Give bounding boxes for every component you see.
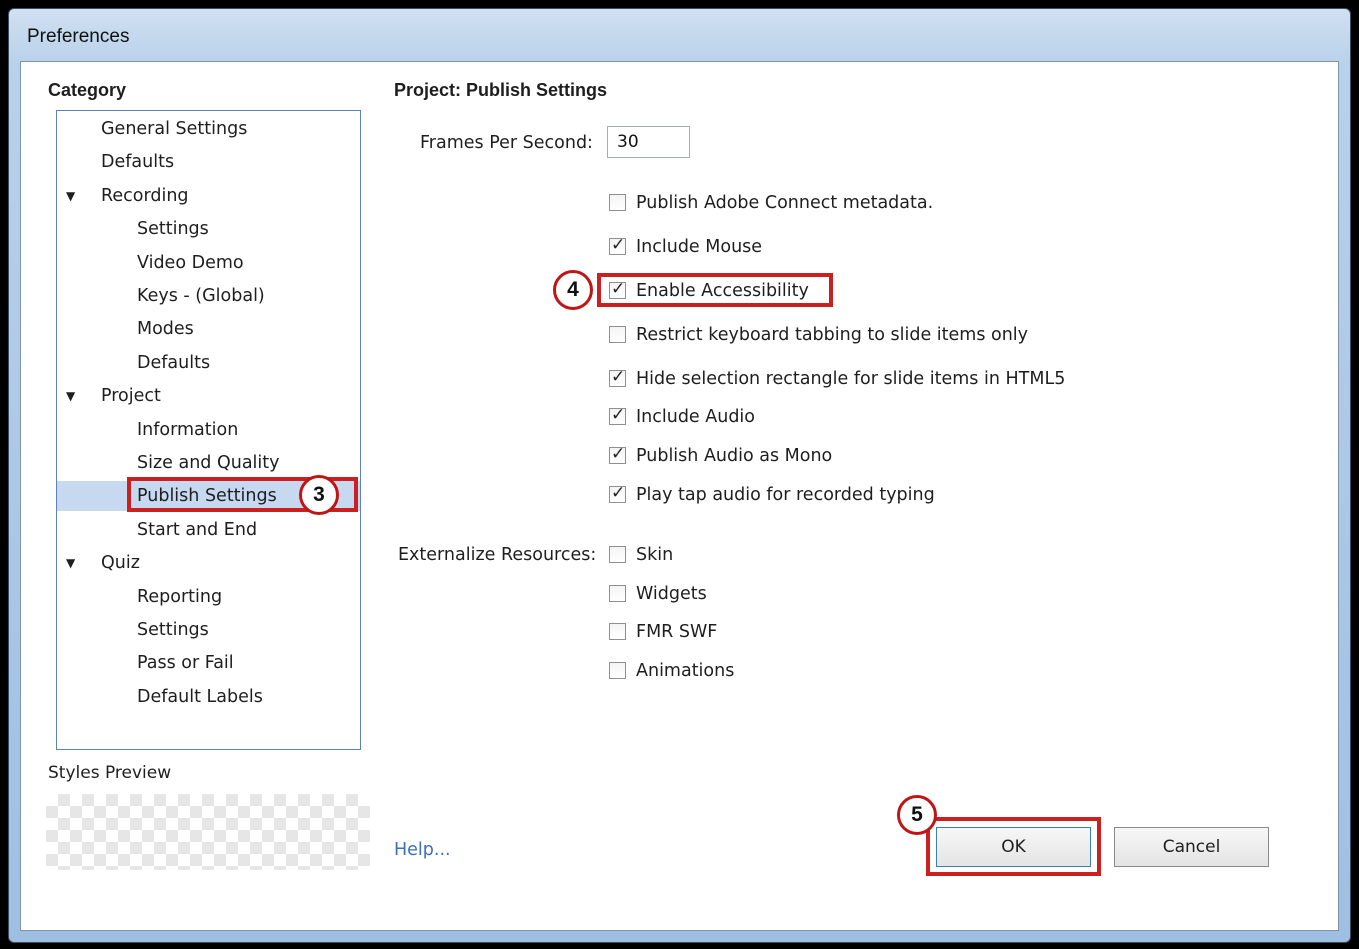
window-title: Preferences bbox=[27, 26, 130, 47]
externalize-fmr-swf-label: FMR SWF bbox=[636, 622, 718, 642]
tree-item-quiz[interactable]: ▼ Quiz bbox=[57, 548, 360, 578]
play-tap-audio-for-recorded-typing-checkbox[interactable]: ✓ bbox=[609, 483, 626, 503]
help-link[interactable]: Help... bbox=[394, 840, 451, 860]
tree-item-default-labels[interactable]: Default Labels bbox=[57, 682, 360, 712]
include-mouse-checkbox[interactable]: ✓ bbox=[609, 235, 626, 255]
cancel-button[interactable]: Cancel bbox=[1114, 827, 1269, 867]
externalize-animations-checkbox[interactable] bbox=[609, 662, 626, 679]
tree-item-pass-or-fail[interactable]: Pass or Fail bbox=[57, 648, 360, 678]
checkmark-icon: ✓ bbox=[611, 235, 626, 255]
tree-item-defaults[interactable]: Defaults bbox=[57, 348, 360, 378]
tree-item-label: Information bbox=[137, 419, 239, 440]
checkmark-icon: ✓ bbox=[611, 483, 626, 503]
include-audio-checkbox[interactable]: ✓ bbox=[609, 405, 626, 425]
tree-item-recording[interactable]: ▼ Recording bbox=[57, 181, 360, 211]
tree-item-label: General Settings bbox=[101, 119, 248, 139]
tree-item-reporting[interactable]: Reporting bbox=[57, 582, 360, 612]
tree-item-general-settings[interactable]: General Settings bbox=[57, 114, 360, 144]
tree-item-label: Settings bbox=[137, 620, 209, 640]
styles-preview-label: Styles Preview bbox=[48, 763, 172, 783]
step-3-badge: 3 bbox=[299, 475, 339, 515]
expand-arrow-icon[interactable]: ▼ bbox=[66, 381, 75, 411]
externalize-skin-label: Skin bbox=[636, 545, 674, 565]
tree-item-label: Recording bbox=[101, 185, 189, 206]
restrict-keyboard-tabbing-to-slide-items-label: Restrict keyboard tabbing to slide items… bbox=[636, 325, 1029, 345]
externalize-resources-label: Externalize Resources: bbox=[398, 545, 597, 565]
tree-item-label: Start and End bbox=[137, 519, 258, 540]
enable-accessibility-label: Enable Accessibility bbox=[636, 281, 809, 301]
tree-item-defaults[interactable]: Defaults bbox=[57, 147, 360, 177]
ok-button[interactable]: OK bbox=[936, 827, 1091, 867]
checkmark-icon: ✓ bbox=[611, 279, 626, 299]
tree-item-label: Default Labels bbox=[137, 686, 263, 707]
tree-item-label: Project bbox=[101, 386, 161, 407]
expand-arrow-icon[interactable]: ▼ bbox=[66, 548, 75, 578]
category-heading: Category bbox=[48, 80, 127, 100]
expand-arrow-icon[interactable]: ▼ bbox=[66, 181, 75, 211]
step-5-badge: 5 bbox=[897, 795, 937, 835]
externalize-widgets-label: Widgets bbox=[636, 584, 707, 604]
checkmark-icon: ✓ bbox=[611, 444, 626, 464]
step-4-badge: 4 bbox=[553, 270, 593, 310]
tree-item-label: Video Demo bbox=[137, 252, 244, 273]
include-audio-label: Include Audio bbox=[636, 407, 756, 427]
tree-item-label: Modes bbox=[137, 319, 194, 340]
fps-input[interactable] bbox=[607, 126, 690, 158]
externalize-fmr-swf-checkbox[interactable] bbox=[609, 623, 626, 640]
publish-adobe-connect-metadata-label: Publish Adobe Connect metadata. bbox=[636, 193, 934, 213]
tree-item-label: Quiz bbox=[101, 553, 140, 574]
play-tap-audio-for-recorded-typing-label: Play tap audio for recorded typing bbox=[636, 485, 935, 505]
externalize-widgets-checkbox[interactable] bbox=[609, 585, 626, 602]
tree-item-settings[interactable]: Settings bbox=[57, 615, 360, 645]
tree-item-label: Reporting bbox=[137, 586, 223, 607]
tree-item-label: Defaults bbox=[101, 152, 175, 173]
tree-item-keys-global[interactable]: Keys - (Global) bbox=[57, 281, 360, 311]
styles-preview bbox=[46, 794, 370, 870]
restrict-keyboard-tabbing-to-slide-items-checkbox[interactable] bbox=[609, 326, 626, 343]
tree-item-project[interactable]: ▼ Project bbox=[57, 381, 360, 411]
tree-item-settings[interactable]: Settings bbox=[57, 214, 360, 244]
enable-accessibility-checkbox[interactable]: ✓ bbox=[609, 279, 626, 299]
externalize-animations-label: Animations bbox=[636, 661, 735, 681]
publish-adobe-connect-metadata-checkbox[interactable] bbox=[609, 194, 626, 211]
tree-item-label: Size and Quality bbox=[137, 453, 280, 473]
publish-audio-as-mono-label: Publish Audio as Mono bbox=[636, 446, 833, 466]
include-mouse-label: Include Mouse bbox=[636, 237, 763, 257]
checkmark-icon: ✓ bbox=[611, 367, 626, 387]
hide-selection-rectangle-for-slide-items-label: Hide selection rectangle for slide items… bbox=[636, 369, 1066, 389]
externalize-skin-checkbox[interactable] bbox=[609, 546, 626, 563]
tree-item-modes[interactable]: Modes bbox=[57, 314, 360, 344]
tree-item-size-and-quality[interactable]: Size and Quality bbox=[57, 448, 360, 478]
panel-heading: Project: Publish Settings bbox=[394, 80, 608, 100]
category-tree[interactable]: General Settings Defaults ▼ Recording Settin… bbox=[56, 110, 361, 750]
tree-item-start-and-end[interactable]: Start and End bbox=[57, 515, 360, 545]
tree-item-label: Keys - (Global) bbox=[137, 286, 265, 306]
tree-item-label: Publish Settings bbox=[137, 486, 277, 507]
publish-audio-as-mono-checkbox[interactable]: ✓ bbox=[609, 444, 626, 464]
fps-label: Frames Per Second: bbox=[420, 133, 593, 153]
tree-item-video-demo[interactable]: Video Demo bbox=[57, 248, 360, 278]
tree-item-label: Defaults bbox=[137, 352, 211, 373]
tree-item-information[interactable]: Information bbox=[57, 415, 360, 445]
hide-selection-rectangle-for-slide-items-checkbox[interactable]: ✓ bbox=[609, 367, 626, 387]
checkmark-icon: ✓ bbox=[611, 405, 626, 425]
tree-item-label: Pass or Fail bbox=[137, 653, 234, 674]
tree-item-label: Settings bbox=[137, 219, 209, 240]
